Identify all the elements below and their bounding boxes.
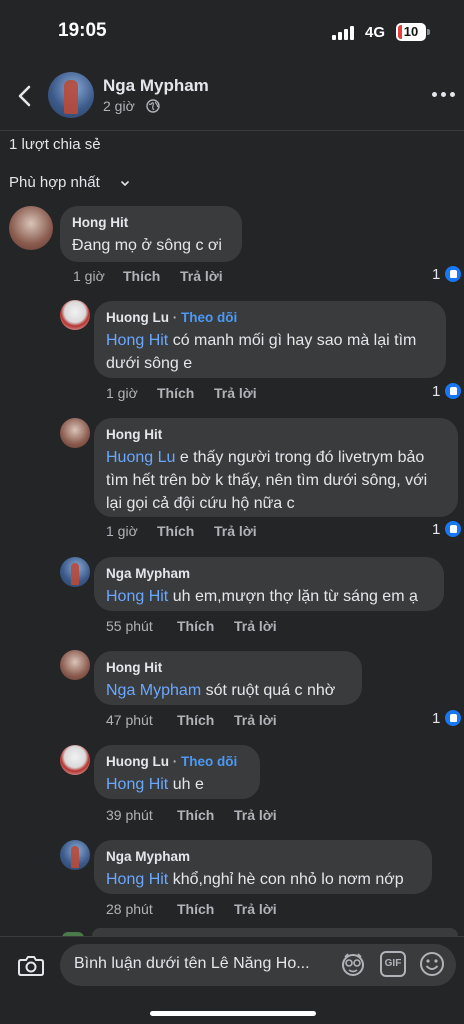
more-horizontal-icon[interactable]	[432, 92, 456, 98]
follow-separator: ·	[168, 754, 181, 769]
thumbs-up-icon	[444, 265, 462, 283]
reply-button[interactable]: Trả lời	[234, 618, 277, 634]
reply-button[interactable]: Trả lời	[234, 712, 277, 728]
camera-icon[interactable]	[17, 952, 45, 978]
header-divider	[0, 130, 464, 131]
comment-bubble: Huong Lu · Theo dõi Hong Hit uh e	[94, 745, 260, 799]
comment-text: lại gọi cả đội cứu hộ nữa c	[106, 495, 295, 512]
like-button[interactable]: Thích	[157, 385, 194, 401]
chevron-down-icon[interactable]	[120, 180, 130, 188]
sticker-icon[interactable]	[340, 951, 366, 977]
thumbs-up-icon	[444, 709, 462, 727]
comment-bubble: Hong Hit Đang mọ ở sông c ơi	[60, 206, 242, 262]
share-count[interactable]: 1 lượt chia sẻ	[9, 136, 101, 153]
comment-text: Đang mọ ở sông c ơi	[72, 237, 222, 254]
chevron-left-icon[interactable]	[14, 84, 36, 108]
comment-time: 28 phút	[106, 901, 153, 917]
comment-time: 1 giờ	[106, 385, 138, 401]
like-button[interactable]: Thích	[157, 523, 194, 539]
reply-button[interactable]: Trả lời	[234, 901, 277, 917]
comment-author[interactable]: Huong Lu	[106, 310, 169, 325]
mention-link[interactable]: Hong Hit	[106, 332, 168, 349]
comment-time: 1 giờ	[106, 523, 138, 539]
reply-button[interactable]: Trả lời	[180, 268, 223, 284]
avatar[interactable]	[60, 300, 90, 330]
comment-bubble: Hong Hit Nga Mypham sót ruột quá c nhờ	[94, 651, 362, 705]
avatar[interactable]	[60, 418, 90, 448]
comment-author[interactable]: Hong Hit	[106, 426, 446, 444]
comment-time: 47 phút	[106, 712, 153, 728]
like-button[interactable]: Thích	[177, 807, 214, 823]
comment-text: uh e	[168, 776, 204, 793]
network-type: 4G	[365, 24, 386, 41]
author-avatar[interactable]	[48, 72, 94, 118]
reply-button[interactable]: Trả lời	[214, 385, 257, 401]
comment-bubble: Huong Lu · Theo dõi Hong Hit có manh mối…	[94, 301, 446, 378]
reply-button[interactable]: Trả lời	[214, 523, 257, 539]
comment-text: dưới sông e	[106, 355, 193, 372]
like-button[interactable]: Thích	[123, 268, 160, 284]
comment-text: có manh mối gì hay sao mà lại tìm	[168, 332, 417, 349]
emoji-icon[interactable]	[419, 951, 445, 977]
comment-bubble	[92, 928, 458, 936]
like-count[interactable]: 1	[432, 383, 440, 400]
mention-link[interactable]: Huong Lu	[106, 449, 175, 466]
battery-tip	[427, 29, 430, 35]
like-button[interactable]: Thích	[177, 901, 214, 917]
comment-text: khổ,nghỉ hè con nhỏ lo nơm nớp	[168, 871, 404, 888]
sort-selector[interactable]: Phù hợp nhất	[9, 174, 100, 191]
comment-author[interactable]: Hong Hit	[106, 659, 350, 677]
mention-link[interactable]: Hong Hit	[106, 871, 168, 888]
battery-level: 10	[403, 24, 419, 39]
mention-link[interactable]: Hong Hit	[106, 776, 168, 793]
reply-button[interactable]: Trả lời	[234, 807, 277, 823]
globe-icon	[146, 99, 160, 113]
thumbs-up-icon	[444, 382, 462, 400]
avatar[interactable]	[60, 650, 90, 680]
avatar[interactable]	[9, 206, 53, 250]
post-author-name[interactable]: Nga Mypham	[103, 76, 209, 96]
post-time[interactable]: 2 giờ	[103, 98, 135, 114]
comment-text: tìm hết trên bờ k thấy, nên tìm dưới sôn…	[106, 472, 428, 489]
comment-text: sót ruột quá c nhờ	[201, 682, 336, 699]
comment-author[interactable]: Hong Hit	[72, 214, 230, 232]
comment-bubble: Nga Mypham Hong Hit uh em,mượn thợ lặn t…	[94, 557, 444, 611]
comment-time: 39 phút	[106, 807, 153, 823]
like-button[interactable]: Thích	[177, 712, 214, 728]
comment-time: 55 phút	[106, 618, 153, 634]
comment-meta: 1 giờ	[73, 268, 105, 284]
battery-icon: 10	[396, 23, 426, 41]
like-count[interactable]: 1	[432, 266, 440, 283]
comment-author[interactable]: Nga Mypham	[106, 848, 420, 866]
comment-input-placeholder[interactable]: Bình luận dưới tên Lê Năng Ho...	[74, 955, 310, 973]
follow-link[interactable]: Theo dõi	[181, 754, 237, 769]
comment-text: e thấy người trong đó livetrym bảo	[175, 449, 425, 466]
comment-bubble: Hong Hit Huong Lu e thấy người trong đó …	[94, 418, 458, 517]
home-indicator	[150, 1011, 316, 1016]
avatar[interactable]	[60, 557, 90, 587]
comment-time: 1 giờ	[73, 268, 105, 284]
comment-bubble: Nga Mypham Hong Hit khổ,nghỉ hè con nhỏ …	[94, 840, 432, 894]
like-count[interactable]: 1	[432, 521, 440, 538]
comment-text: uh em,mượn thợ lặn từ sáng em ạ	[168, 588, 418, 605]
status-time: 19:05	[58, 20, 107, 41]
follow-separator: ·	[168, 310, 181, 325]
thumbs-up-icon	[444, 520, 462, 538]
comment-author[interactable]: Nga Mypham	[106, 565, 432, 583]
comment-author[interactable]: Huong Lu	[106, 754, 169, 769]
gif-icon[interactable]: GIF	[380, 951, 406, 977]
like-count[interactable]: 1	[432, 710, 440, 727]
signal-icon	[332, 26, 358, 40]
like-button[interactable]: Thích	[177, 618, 214, 634]
avatar[interactable]	[60, 840, 90, 870]
mention-link[interactable]: Nga Mypham	[106, 682, 201, 699]
mention-link[interactable]: Hong Hit	[106, 588, 168, 605]
avatar[interactable]	[60, 745, 90, 775]
follow-link[interactable]: Theo dõi	[181, 310, 237, 325]
